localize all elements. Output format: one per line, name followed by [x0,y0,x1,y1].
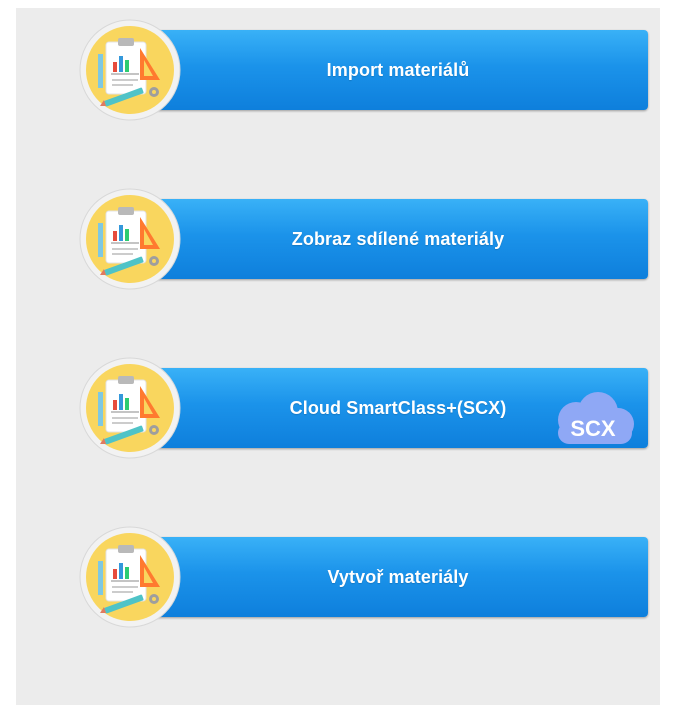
materials-icon [79,526,181,628]
cloud-smartclass-button[interactable]: Cloud SmartClass+(SCX) SCX [78,354,650,459]
scx-badge-label: SCX [570,416,616,441]
show-shared-materials-button[interactable]: Zobraz sdílené materiály [78,185,650,290]
import-materials-button[interactable]: Import materiálů [78,16,650,121]
button-label: Vytvoř materiály [327,566,469,587]
main-panel: Import materiálů Zobraz sdílené materiál… [16,8,660,705]
button-label: Import materiálů [326,59,470,80]
button-label: Zobraz sdílené materiály [291,228,505,249]
materials-icon [79,188,181,290]
materials-icon [79,19,181,121]
scx-cloud-icon: SCX [558,392,634,444]
create-materials-button[interactable]: Vytvoř materiály [78,523,650,628]
materials-icon [79,357,181,459]
